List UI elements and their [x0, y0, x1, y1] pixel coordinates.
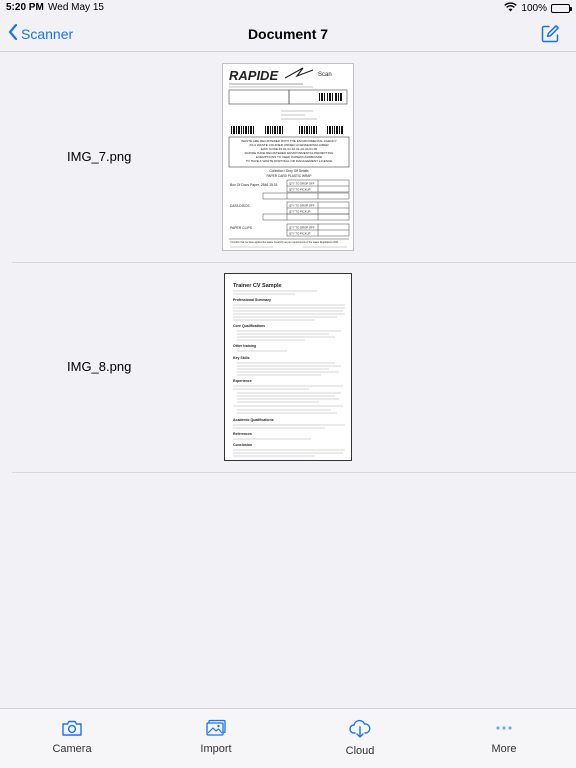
cloud-download-icon: [320, 719, 400, 739]
thumb-scan: Scan: [318, 72, 332, 78]
status-date: Wed May 15: [48, 2, 104, 13]
tab-camera[interactable]: Camera: [32, 719, 112, 755]
thumb-qty-label: QTY TO DROP OFF: [289, 204, 315, 208]
thumb-cv-heading: Experience: [233, 379, 252, 383]
thumb-columns: PAPER CARD PLASTIC WRAP: [266, 174, 311, 178]
tab-more[interactable]: More: [464, 719, 544, 755]
camera-icon: [32, 719, 112, 737]
thumb-cv-heading: Core Qualifications: [233, 324, 265, 328]
wifi-icon: [504, 2, 518, 15]
thumb-qty-label: QTY TO DROP OFF: [289, 182, 315, 186]
thumb-brand: RAPIDE: [229, 68, 278, 83]
thumb-item: Box Of Docs Paper, 2846 15.01: [230, 183, 278, 187]
thumb-footer: I Confirm that we have applied the waste…: [230, 241, 339, 244]
thumb-cv-heading: Key Skills: [233, 356, 250, 360]
thumb-cv-heading: Academic Qualifications: [233, 418, 274, 422]
status-bar: 5:20 PM Wed May 15 100%: [0, 0, 576, 16]
file-thumbnail: Trainer CV Sample Professional Summary C…: [224, 273, 352, 461]
thumb-collection: Collection / Drop Off Details: [269, 169, 309, 173]
thumb-cv-heading: Conclusion: [233, 443, 252, 447]
edit-icon: [541, 25, 560, 47]
thumb-item: DATA DISCS: [230, 204, 250, 208]
tab-bar: Camera Import Cloud More: [0, 708, 576, 768]
more-icon: [464, 719, 544, 737]
tab-more-label: More: [491, 743, 517, 755]
thumb-qty-label: QTY TO DROP OFF: [289, 226, 315, 230]
edit-button[interactable]: [541, 24, 560, 48]
thumb-cv-heading: Professional Summary: [233, 298, 271, 302]
thumb-cv-heading: References: [233, 432, 252, 436]
thumb-line: TO HAVE A WASTE DISPOSAL OR MANAGEMENT L…: [246, 159, 333, 163]
tab-cloud[interactable]: Cloud: [320, 719, 400, 757]
file-name: IMG_8.png: [67, 359, 132, 374]
navigation-bar: Scanner Document 7: [0, 16, 576, 52]
thumb-pick-label: QTY TO PICKUP: [289, 188, 311, 192]
status-right: 100%: [504, 2, 572, 15]
tab-cloud-label: Cloud: [345, 745, 375, 757]
thumb-cv-title: Trainer CV Sample: [233, 283, 282, 289]
page-title: Document 7: [247, 26, 329, 42]
battery-icon: [551, 4, 572, 13]
tab-import-label: Import: [200, 743, 232, 755]
thumb-pick-label: QTY TO PICKUP: [289, 210, 311, 214]
photo-icon: [176, 719, 256, 737]
thumb-pick-label: QTY TO PICKUP: [289, 232, 311, 236]
thumb-cv-heading: Other training: [233, 344, 256, 348]
battery-percent: 100%: [521, 3, 547, 14]
tab-camera-label: Camera: [52, 743, 92, 755]
file-thumbnail: RAPIDE Scan WASTE ARE REGISTERED WITH TH…: [222, 63, 354, 251]
tab-import[interactable]: Import: [176, 719, 256, 755]
file-list: IMG_7.png RAPIDE Scan WASTE ARE REGISTER…: [0, 53, 576, 473]
file-name: IMG_7.png: [67, 149, 132, 164]
file-row[interactable]: IMG_7.png RAPIDE Scan WASTE ARE REGISTER…: [12, 53, 576, 263]
thumb-item: PAPER CLIPS: [230, 226, 253, 230]
file-row[interactable]: IMG_8.png Trainer CV Sample Professional…: [12, 263, 576, 473]
status-time: 5:20 PM: [6, 2, 44, 13]
